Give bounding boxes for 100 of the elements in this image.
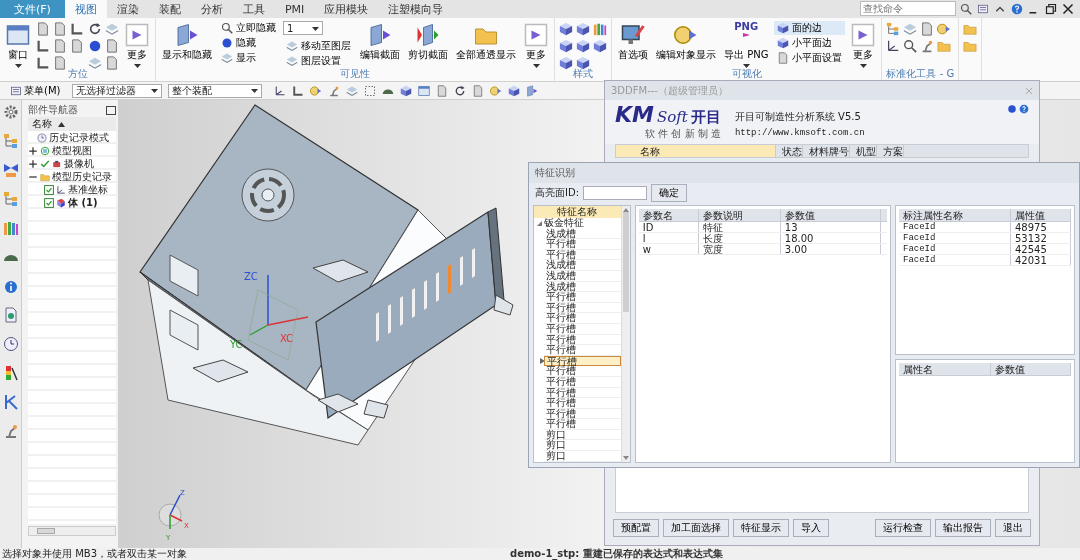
check-icon[interactable]	[40, 158, 50, 169]
panel-arrow-icon[interactable]	[526, 84, 539, 97]
ribbon-tab[interactable]: 视图	[64, 0, 107, 18]
ribbon-item[interactable]: 图层设置	[283, 54, 354, 68]
checkbox[interactable]	[44, 184, 54, 195]
tree-item[interactable]: 体 (1)	[68, 195, 98, 210]
tree-item[interactable]: 模型历史记录	[52, 169, 112, 184]
dialog-button[interactable]: 导入	[793, 519, 829, 537]
confirm-button[interactable]: 确定	[651, 184, 688, 202]
tree-item[interactable]: 模型视图	[52, 143, 92, 158]
ribbon-tab[interactable]: 分析	[190, 0, 233, 18]
scrollbar[interactable]	[28, 526, 116, 536]
menu-button[interactable]: 菜单(M)	[4, 82, 67, 99]
page-icon[interactable]	[53, 22, 67, 36]
dialog-button[interactable]: 预配置	[613, 519, 659, 537]
column-header[interactable]: 机型	[850, 145, 877, 157]
column-header[interactable]: 参数值	[991, 363, 1071, 375]
search-field[interactable]: 查找命令	[860, 1, 956, 16]
tree-item[interactable]: 平行槽	[544, 366, 621, 377]
tree-item[interactable]: 平行槽	[544, 249, 621, 261]
ribbon-button[interactable]: 全部通透显示	[454, 21, 518, 62]
cube-icon[interactable]	[576, 39, 590, 53]
dialog-button[interactable]: 运行检查	[875, 519, 931, 537]
corner-icon[interactable]	[36, 39, 50, 53]
page-icon[interactable]	[472, 84, 485, 97]
k-shape-icon[interactable]	[2, 394, 19, 410]
cube-icon[interactable]	[576, 56, 590, 70]
tree-item[interactable]: 历史记录模式	[49, 131, 109, 145]
column-header[interactable]: 属性值	[1011, 209, 1071, 221]
tree-item[interactable]: 浅成槽	[544, 270, 621, 282]
page-icon[interactable]	[436, 84, 449, 97]
tree-item[interactable]: 平行槽	[544, 376, 621, 388]
tree-item[interactable]: 平行槽	[544, 334, 621, 346]
dialog-button[interactable]: 退出	[995, 519, 1031, 537]
ribbon-button[interactable]: 窗口	[4, 21, 32, 68]
layers-icon[interactable]	[346, 84, 359, 97]
books-icon[interactable]	[2, 220, 19, 236]
bowtie-icon[interactable]	[2, 162, 19, 178]
column-header[interactable]: 名称	[28, 117, 116, 131]
tree-item[interactable]: 平行槽	[544, 355, 621, 367]
tree-item[interactable]: 平行槽	[544, 323, 621, 335]
tree-item[interactable]: 平行槽	[544, 398, 621, 409]
ribbon-button[interactable]: 显示和隐藏	[160, 21, 214, 62]
tree-item[interactable]: 摄像机	[64, 156, 94, 171]
settings-icon[interactable]	[2, 104, 19, 120]
corner-icon[interactable]	[36, 56, 50, 70]
ribbon-item[interactable]: 隐藏	[218, 36, 279, 50]
ribbon-button[interactable]: 剪切截面	[406, 21, 450, 62]
ribbon-tab[interactable]: 应用模块	[314, 0, 379, 18]
tree-item[interactable]: 平行槽	[544, 239, 621, 250]
column-header[interactable]: 标注属性名称	[899, 209, 1011, 221]
ribbon-button[interactable]: 更多	[123, 21, 151, 68]
ribbon-button[interactable]: PNG 导出 PNG	[722, 21, 771, 68]
checkbox[interactable]	[44, 197, 54, 208]
ribbon-button[interactable]: 更多	[522, 21, 550, 68]
tree-item[interactable]: 基准坐标	[68, 182, 108, 197]
rotate-icon[interactable]	[454, 84, 467, 97]
collapse-icon[interactable]	[537, 220, 542, 226]
filter-dropdown[interactable]: 整个装配	[168, 83, 263, 98]
search-icon[interactable]	[960, 3, 972, 15]
tree-item[interactable]: 浅成槽	[544, 281, 621, 293]
page-icon[interactable]	[105, 56, 119, 70]
tree-item[interactable]: 平行槽	[544, 292, 621, 303]
ribbon-tab[interactable]: 装配	[148, 0, 191, 18]
ribbon-item[interactable]: 小平面边	[774, 36, 846, 50]
robot-arm-icon[interactable]	[328, 84, 341, 97]
cube-icon[interactable]	[508, 84, 521, 97]
search-icon[interactable]	[903, 39, 918, 53]
axes-icon[interactable]	[886, 39, 901, 53]
cube-icon[interactable]	[559, 39, 573, 53]
tree-item[interactable]: 平行槽	[544, 419, 621, 430]
books-icon[interactable]	[593, 22, 607, 36]
ribbon-tab[interactable]: PMI	[274, 0, 315, 18]
dialog-button[interactable]: 输出报告	[935, 519, 991, 537]
cube-icon[interactable]	[576, 22, 590, 36]
ribbon-item[interactable]: 移动至图层	[283, 39, 354, 53]
page-icon[interactable]	[36, 22, 50, 36]
cube-icon[interactable]	[559, 22, 573, 36]
cube-icon[interactable]	[559, 56, 573, 70]
hierarchy-icon[interactable]	[2, 191, 19, 207]
rotate-icon[interactable]	[88, 22, 102, 36]
column-header[interactable]: 参数名	[638, 209, 699, 221]
tree-item[interactable]: 平行槽	[544, 387, 621, 399]
ribbon-tab[interactable]: 渲染	[106, 0, 149, 18]
cube-icon[interactable]	[400, 84, 413, 97]
ribbon-item[interactable]: 立即隐藏	[218, 21, 279, 35]
column-header[interactable]: 状态	[776, 145, 803, 157]
restore-icon[interactable]	[1045, 3, 1057, 15]
ribbon-button[interactable]: 更多	[849, 21, 878, 68]
corner-icon[interactable]	[292, 84, 305, 97]
tree-item[interactable]: 平行槽	[544, 302, 621, 314]
tree-item[interactable]: 浅成槽	[544, 228, 621, 240]
window-icon[interactable]	[418, 84, 431, 97]
column-header[interactable]: 参数说明	[698, 209, 781, 221]
page-icon[interactable]	[920, 22, 935, 36]
circle-icon[interactable]	[88, 39, 102, 53]
column-header[interactable]: 方案	[877, 145, 904, 157]
robot-arm-icon[interactable]	[920, 39, 935, 53]
column-header[interactable]: 名称	[616, 145, 776, 157]
tree-item[interactable]: 平行槽	[544, 345, 621, 356]
